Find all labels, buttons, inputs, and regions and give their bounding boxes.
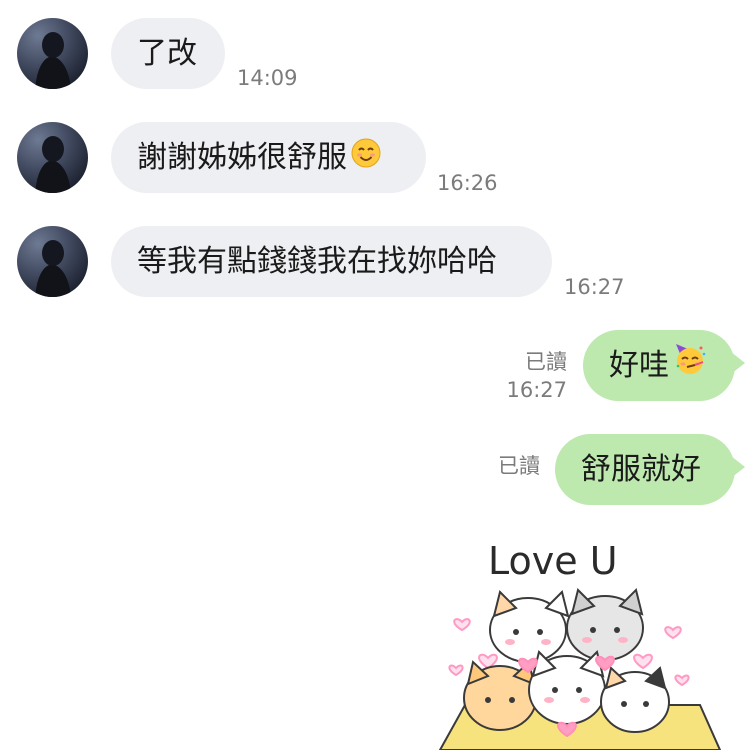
message-time: 16:27 bbox=[506, 378, 567, 402]
message-time: 14:09 bbox=[237, 66, 298, 90]
message-text: 等我有點錢錢我在找妳哈哈 bbox=[137, 244, 497, 279]
message-bubble-4[interactable]: 好哇 bbox=[583, 330, 745, 402]
message-bubble-3[interactable]: 等我有點錢錢我在找妳哈哈 bbox=[111, 226, 552, 297]
smiling-face-icon bbox=[351, 123, 381, 194]
message-bubble-1[interactable]: 了改 bbox=[111, 18, 225, 89]
read-receipt: 已讀 bbox=[525, 350, 567, 374]
message-time: 16:27 bbox=[564, 275, 625, 299]
message-text: 好哇 bbox=[609, 348, 669, 383]
partying-face-icon bbox=[673, 331, 707, 402]
message-bubble-5[interactable]: 舒服就好 bbox=[555, 434, 745, 505]
cats-love-sticker[interactable]: Love U bbox=[430, 530, 730, 751]
message-bubble-2[interactable]: 謝謝姊姊很舒服 bbox=[111, 122, 426, 193]
read-receipt: 已讀 bbox=[498, 454, 540, 478]
message-text: 謝謝姊姊很舒服 bbox=[137, 140, 347, 175]
contact-avatar[interactable] bbox=[17, 18, 88, 89]
message-time: 16:26 bbox=[437, 171, 498, 195]
contact-avatar[interactable] bbox=[17, 122, 88, 193]
message-text: 了改 bbox=[137, 36, 197, 71]
sticker-text: Love U bbox=[488, 539, 618, 583]
contact-avatar[interactable] bbox=[17, 226, 88, 297]
message-text: 舒服就好 bbox=[581, 452, 701, 487]
